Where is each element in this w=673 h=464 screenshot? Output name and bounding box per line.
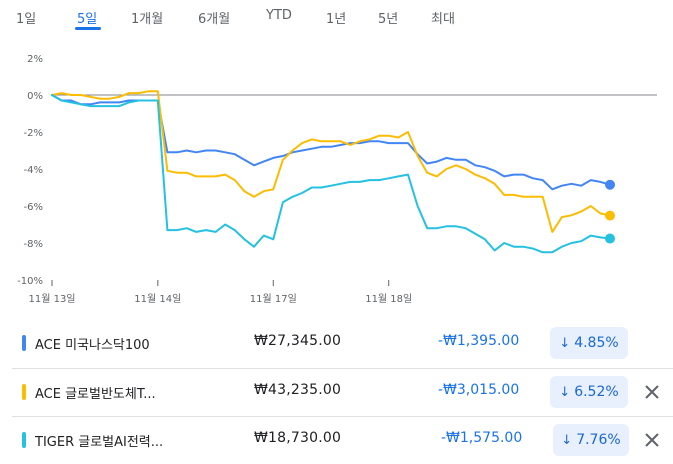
close-icon[interactable] — [640, 380, 664, 404]
security-name: ACE 글로벌반도체T... — [35, 387, 156, 402]
tab-ytd[interactable]: YTD — [266, 8, 292, 23]
y-tick-label: -8% — [24, 239, 43, 250]
active-tab-indicator — [75, 27, 101, 30]
percent-change-value: 6.52% — [574, 384, 619, 400]
arrow-down-icon: ↓ — [559, 335, 571, 351]
tab-1y[interactable]: 1년 — [326, 8, 346, 27]
series-end-point-1 — [605, 179, 615, 190]
series-end-point-2 — [605, 210, 615, 221]
series-color-swatch — [22, 432, 26, 448]
y-tick-label: 2% — [27, 54, 43, 65]
x-tick-label: 11월 17일 — [250, 293, 297, 305]
series-line-3 — [51, 94, 611, 254]
tab-5y[interactable]: 5년 — [378, 8, 398, 27]
price-change: -₩1,575.00 — [441, 430, 523, 446]
percent-change-badge: ↓ 7.76% — [553, 424, 629, 456]
series-end-markers — [605, 179, 615, 244]
close-icon[interactable] — [640, 428, 664, 452]
arrow-down-icon: ↓ — [561, 432, 573, 448]
x-tick-label: 11월 13일 — [28, 293, 75, 305]
tab-max[interactable]: 최대 — [431, 8, 455, 27]
x-axis-ticks: 11월 13일 11월 14일 11월 17일 11월 18일 — [28, 280, 412, 305]
x-tick-label: 11월 14일 — [134, 293, 181, 305]
y-tick-label: -6% — [24, 202, 43, 213]
security-price: ₩18,730.00 — [254, 430, 342, 446]
time-range-tabs: 1일 5일 1개월 6개월 YTD 1년 5년 최대 — [0, 0, 673, 34]
y-tick-label: -2% — [24, 128, 43, 139]
percent-change-value: 7.76% — [576, 432, 621, 448]
comparison-row-1[interactable]: ACE 미국나스닥100 ₩27,345.00 -₩1,395.00 ↓ 4.8… — [0, 320, 673, 366]
tab-5d[interactable]: 5일 — [77, 8, 97, 27]
series-lines — [51, 90, 611, 254]
y-tick-label: -10% — [17, 276, 43, 287]
comparison-row-3[interactable]: TIGER 글로벌AI전력... ₩18,730.00 -₩1,575.00 ↓… — [0, 417, 673, 463]
x-tick-label: 11월 18일 — [365, 293, 412, 305]
series-color-swatch — [22, 384, 26, 400]
security-name: TIGER 글로벌AI전력... — [35, 435, 164, 450]
price-change: -₩1,395.00 — [438, 333, 520, 349]
percent-change-badge: ↓ 4.85% — [550, 327, 628, 359]
series-line-2 — [51, 90, 611, 233]
y-tick-label: -4% — [24, 165, 43, 176]
price-change: -₩3,015.00 — [438, 382, 520, 398]
security-price: ₩27,345.00 — [254, 333, 342, 349]
tab-1d[interactable]: 1일 — [16, 8, 36, 27]
comparison-line-chart[interactable]: 2%0%-2%-4%-6%-8%-10% 11월 13일 11월 14일 11월 1… — [0, 40, 673, 312]
security-name: ACE 미국나스닥100 — [35, 338, 150, 353]
y-axis-ticks: 2% 0% -2% -4% -6% -8% -10% — [17, 54, 43, 287]
percent-change-badge: ↓ 6.52% — [550, 376, 628, 408]
percent-change-value: 4.85% — [574, 335, 619, 351]
series-color-swatch — [22, 335, 26, 351]
series-end-point-3 — [605, 233, 615, 244]
y-tick-label: 0% — [27, 91, 43, 102]
tab-6m[interactable]: 6개월 — [198, 8, 230, 27]
arrow-down-icon: ↓ — [559, 384, 571, 400]
tab-1m[interactable]: 1개월 — [131, 8, 163, 27]
security-price: ₩43,235.00 — [254, 382, 342, 398]
comparison-row-2[interactable]: ACE 글로벌반도체T... ₩43,235.00 -₩3,015.00 ↓ 6… — [0, 369, 673, 415]
